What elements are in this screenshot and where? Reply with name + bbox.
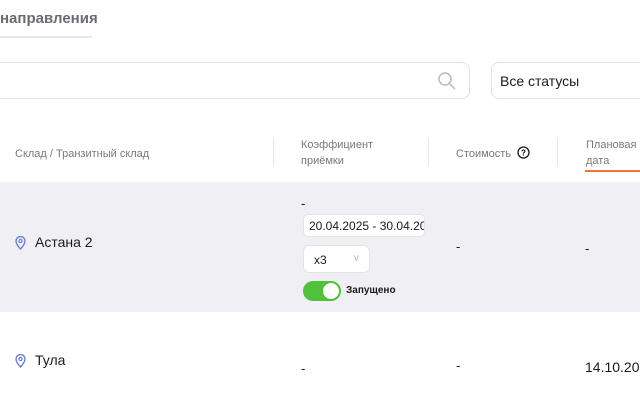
help-icon[interactable]: ? xyxy=(517,146,530,159)
sort-indicator xyxy=(585,170,640,172)
coefficient-value: - xyxy=(301,196,306,211)
svg-text:?: ? xyxy=(521,149,526,158)
warehouse-name: Астана 2 xyxy=(35,234,93,250)
divider xyxy=(557,138,558,166)
divider xyxy=(428,138,429,166)
header-cost-label: Стоимость xyxy=(456,148,512,160)
cost-value: - xyxy=(456,358,461,373)
header-coefficient: Коэффициент приёмки xyxy=(301,139,374,167)
search-icon xyxy=(438,72,456,90)
planned-date-value: - xyxy=(585,241,590,256)
header-cost: Стоимость ? xyxy=(456,146,530,162)
warehouse-cell: Астана 2 xyxy=(15,234,93,252)
warehouse-name: Тула xyxy=(35,352,66,368)
tab-directions[interactable]: направления xyxy=(0,10,98,38)
launch-toggle[interactable] xyxy=(303,281,341,301)
location-pin-icon xyxy=(15,235,26,250)
divider xyxy=(273,138,274,166)
toggle-knob xyxy=(323,283,339,299)
warehouse-cell: Тула xyxy=(15,352,65,370)
multiplier-value: x3 xyxy=(314,253,327,267)
header-warehouse: Склад / Транзитный склад xyxy=(15,148,150,160)
status-select[interactable]: Все статусы xyxy=(491,62,640,99)
header-planned-date[interactable]: Плановая дата xyxy=(586,137,640,169)
chevron-down-icon: ∨ xyxy=(352,253,360,264)
search-input[interactable] xyxy=(0,62,470,99)
toggle-label: Запущено xyxy=(346,285,396,296)
multiplier-select[interactable]: x3 ∨ xyxy=(303,245,370,273)
location-pin-icon xyxy=(15,353,26,368)
planned-date-value: 14.10.2025 xyxy=(585,359,640,375)
date-range-input[interactable]: 20.04.2025 - 30.04.2025 xyxy=(303,214,425,237)
cost-value: - xyxy=(456,239,461,254)
coefficient-value: - xyxy=(301,361,306,376)
